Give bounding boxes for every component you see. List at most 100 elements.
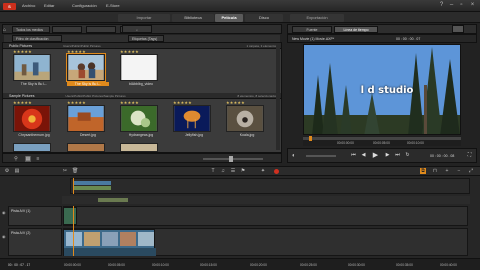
- timeline-clip[interactable]: [63, 207, 77, 225]
- library-item[interactable]: ★★★★★ Chrysanthemum.jpg: [13, 100, 55, 137]
- ruler-label: 00:00:40:00: [440, 263, 457, 267]
- item-name: The Sky is Bu L..: [67, 82, 109, 86]
- menu-settings[interactable]: Configuración: [72, 3, 97, 8]
- zoom-slider[interactable]: [203, 158, 263, 160]
- library-item[interactable]: ★★★★★ blAbblbg_video: [120, 49, 162, 86]
- video-preview[interactable]: l d studio: [303, 44, 461, 135]
- scale-label: 00:00:10:00: [407, 141, 424, 145]
- item-name: The Sky is Bu L..: [20, 82, 48, 86]
- play-icon[interactable]: ▶: [372, 152, 379, 159]
- overview-playhead[interactable]: [73, 178, 74, 194]
- storyboard-icon[interactable]: ▤: [14, 168, 20, 174]
- audio-icon[interactable]: ♫: [220, 168, 226, 174]
- timeline-scroll-thumb[interactable]: [98, 198, 128, 202]
- library-item[interactable]: ★★★★★ The Sky is Bu L..: [13, 49, 55, 86]
- tab-export[interactable]: Exportación: [290, 14, 344, 22]
- item-name: Desert.jpg: [80, 133, 96, 137]
- timeline-playhead[interactable]: [73, 206, 74, 256]
- thumbnail: [120, 105, 158, 132]
- grid-view-icon[interactable]: ▦: [25, 156, 31, 162]
- ruler-label: 00:00:20:00: [250, 263, 267, 267]
- magnet-icon[interactable]: ⊓: [432, 168, 438, 174]
- settings-icon[interactable]: ⚙: [4, 168, 10, 174]
- app-window: S Archivo Editar Configuración E-Store ?…: [0, 0, 480, 270]
- library-item[interactable]: ★★★★★ Hydrangeas.jpg: [120, 100, 162, 137]
- zoom-slider-handle[interactable]: [229, 156, 233, 162]
- record-icon[interactable]: [274, 169, 279, 174]
- home-icon[interactable]: ⌂: [3, 27, 10, 33]
- thumbnail-partial[interactable]: [67, 143, 105, 152]
- go-end-icon[interactable]: ⏭: [394, 152, 401, 159]
- menu-edit[interactable]: Editar: [44, 3, 54, 8]
- zoom-in-icon[interactable]: +: [444, 168, 450, 174]
- timeline-clip-video[interactable]: [63, 229, 156, 256]
- scrubber-handle[interactable]: [309, 136, 312, 141]
- help-icon[interactable]: ?: [438, 2, 445, 9]
- player-scrubber[interactable]: 00:00:00:00 00:00:05:00 00:00:10:00: [303, 136, 461, 146]
- ruler-label: 00:00:10:00: [152, 263, 169, 267]
- timeline-overview[interactable]: [70, 178, 470, 194]
- cut-icon[interactable]: ✂: [62, 168, 68, 174]
- menu-file[interactable]: Archivo: [22, 3, 35, 8]
- scrubber-track[interactable]: [303, 137, 461, 140]
- library-item[interactable]: ★★★★★ Jellyfish.jpg: [173, 100, 215, 137]
- menu-estore[interactable]: E-Store: [106, 3, 120, 8]
- loop-icon[interactable]: ↻: [404, 152, 411, 159]
- step-forward-icon[interactable]: ▶: [384, 152, 391, 159]
- tab-disc[interactable]: Disco: [245, 14, 283, 22]
- thumbnail-partial[interactable]: [13, 143, 51, 152]
- library-item[interactable]: ★★★★★ Desert.jpg: [67, 100, 109, 137]
- menu-icon[interactable]: ☰: [230, 168, 236, 174]
- track-header-1[interactable]: Pista A/V (1): [8, 206, 62, 226]
- section-header-sample-pictures[interactable]: Sample Pictures Users\Public\Public Pict…: [3, 93, 281, 99]
- snap-icon[interactable]: ⧉: [420, 168, 426, 174]
- list-view-icon[interactable]: ≡: [35, 156, 41, 162]
- step-back-icon[interactable]: ◀: [360, 152, 367, 159]
- title-editor-icon[interactable]: T: [210, 168, 216, 174]
- zoom-out-icon[interactable]: −: [456, 168, 462, 174]
- thumbnail-partial[interactable]: [120, 143, 158, 152]
- rating-filter-button[interactable]: Filtro de clasificación: [12, 35, 62, 42]
- minimize-icon[interactable]: –: [448, 2, 455, 9]
- track-header-2[interactable]: Pista A/V (2): [8, 228, 62, 256]
- marker-icon[interactable]: ⚑: [240, 168, 246, 174]
- player-mode-icon[interactable]: [452, 25, 464, 33]
- library-scrollbar[interactable]: [276, 44, 280, 150]
- ruler-label: 00:00:00:00: [64, 263, 81, 267]
- timeline-toolbar: ⚙ ▤ ✂ 🗑 T ♫ ☰ ⚑ ✦ ⧉ ⊓ + − ⤢: [0, 166, 480, 176]
- effects-icon[interactable]: ✦: [260, 168, 266, 174]
- expand-icon[interactable]: ⤢: [468, 168, 474, 174]
- scale-label: 00:00:05:00: [373, 141, 390, 145]
- volume-icon[interactable]: ◐: [292, 152, 300, 160]
- library-search-box[interactable]: ⌕: [122, 25, 152, 33]
- track-lock-icon[interactable]: ◉: [2, 210, 7, 215]
- thumbnail: [120, 54, 158, 81]
- tags-button[interactable]: Etiquetas (Tags): [128, 35, 164, 42]
- library-item-selected[interactable]: ★★★★★ The Sky is Bu L..: [66, 49, 109, 86]
- tab-source[interactable]: Fuente: [292, 26, 332, 33]
- go-start-icon[interactable]: ⏮: [350, 152, 357, 159]
- track-lane-1[interactable]: [63, 206, 468, 226]
- close-icon[interactable]: ×: [469, 2, 476, 9]
- tab-import[interactable]: Importar: [118, 14, 170, 22]
- item-name: Koala.jpg: [239, 133, 255, 137]
- library-dropdown-2[interactable]: [52, 26, 82, 33]
- player-info-bar: New Movie (1) Movie.AXP* 00 : 00 : 00 . …: [287, 34, 477, 43]
- fullscreen-icon[interactable]: ⛶: [466, 152, 473, 159]
- location-dropdown[interactable]: Todos los medios: [12, 26, 50, 33]
- tab-library[interactable]: Biblioteca: [172, 14, 214, 22]
- item-name: Chrysanthemum.jpg: [18, 133, 50, 137]
- track-name: Pista A/V (2): [11, 231, 31, 235]
- volume-slider[interactable]: [306, 155, 336, 157]
- library-item[interactable]: ★★★★★ Koala.jpg: [226, 100, 268, 137]
- tab-movie[interactable]: Película: [215, 14, 243, 22]
- track-lock-icon[interactable]: ◉: [2, 234, 7, 239]
- filter-icon[interactable]: ⚲: [13, 156, 19, 162]
- section-path: Users\Public\Public Pictures: [63, 44, 101, 48]
- library-dropdown-3[interactable]: [86, 26, 116, 33]
- delete-icon[interactable]: 🗑: [72, 168, 78, 174]
- maximize-icon[interactable]: ▫: [458, 2, 465, 9]
- tab-timeline[interactable]: Línea de tiempo: [334, 26, 378, 33]
- player-time: 00 : 00 : 00 . 08: [430, 154, 455, 158]
- title-caption[interactable]: l d studio: [337, 85, 437, 96]
